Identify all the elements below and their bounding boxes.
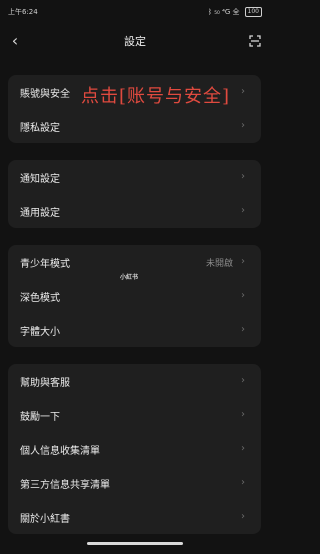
row-label: 通用設定 bbox=[20, 207, 60, 219]
watermark-logo: 小紅书 bbox=[120, 274, 139, 281]
status-time: 上午6:24 bbox=[8, 8, 38, 16]
settings-row-third-party[interactable]: 第三方信息共享清單 › bbox=[8, 466, 261, 500]
row-label: 深色模式 bbox=[20, 292, 60, 304]
row-label: 通知設定 bbox=[20, 173, 60, 185]
chevron-right-icon: › bbox=[241, 324, 245, 335]
chevron-right-icon: › bbox=[241, 375, 245, 386]
home-indicator bbox=[87, 542, 183, 545]
settings-row-about[interactable]: 關於小紅書 › bbox=[8, 500, 261, 534]
row-label: 青少年模式 bbox=[20, 258, 70, 270]
settings-row-personal-info[interactable]: 個人信息收集清單 › bbox=[8, 432, 261, 466]
display-section: 青少年模式 未開啟 › 深色模式 › 字體大小 › bbox=[8, 245, 261, 347]
row-label: 隱私設定 bbox=[20, 122, 60, 134]
support-section: 幫助與客服 › 鼓勵一下 › 個人信息收集清單 › 第三方信息共享清單 › 關於… bbox=[8, 364, 261, 534]
row-label: 字體大小 bbox=[20, 326, 60, 338]
settings-row-encourage[interactable]: 鼓勵一下 › bbox=[8, 398, 261, 432]
settings-row-general[interactable]: 通用設定 › bbox=[8, 194, 261, 228]
general-section: 通知設定 › 通用設定 › bbox=[8, 160, 261, 228]
signal-icons: ᛒ ₅₀ ⁴G 全 bbox=[207, 8, 240, 16]
page-title: 設定 bbox=[124, 35, 146, 48]
settings-row-notifications[interactable]: 通知設定 › bbox=[8, 160, 261, 194]
chevron-right-icon: › bbox=[241, 477, 245, 488]
scan-icon[interactable] bbox=[248, 34, 262, 48]
row-label: 關於小紅書 bbox=[20, 513, 70, 525]
teen-mode-status: 未開啟 bbox=[205, 258, 233, 269]
status-icons: ᛒ ₅₀ ⁴G 全 100 bbox=[208, 7, 262, 17]
row-label: 幫助與客服 bbox=[20, 377, 70, 389]
row-label: 鼓勵一下 bbox=[20, 411, 60, 423]
settings-row-font-size[interactable]: 字體大小 › bbox=[8, 313, 261, 347]
chevron-right-icon: › bbox=[241, 511, 245, 522]
chevron-right-icon: › bbox=[241, 256, 245, 267]
settings-row-dark-mode[interactable]: 深色模式 › bbox=[8, 279, 261, 313]
chevron-right-icon: › bbox=[241, 205, 245, 216]
row-label: 第三方信息共享清單 bbox=[20, 479, 110, 491]
chevron-right-icon: › bbox=[241, 290, 245, 301]
chevron-right-icon: › bbox=[241, 443, 245, 454]
row-label: 個人信息收集清單 bbox=[20, 445, 100, 457]
status-bar: 上午6:24 ᛒ ₅₀ ⁴G 全 100 bbox=[0, 0, 270, 24]
chevron-right-icon: › bbox=[241, 409, 245, 420]
chevron-right-icon: › bbox=[241, 86, 245, 97]
nav-bar: ‹ 設定 bbox=[0, 24, 270, 60]
battery-icon: 100 bbox=[244, 7, 262, 17]
settings-row-help[interactable]: 幫助與客服 › bbox=[8, 364, 261, 398]
chevron-right-icon: › bbox=[241, 171, 245, 182]
settings-row-privacy[interactable]: 隱私設定 › bbox=[8, 109, 261, 143]
instruction-annotation: 点击[账号与安全] bbox=[81, 86, 231, 107]
chevron-right-icon: › bbox=[241, 120, 245, 131]
